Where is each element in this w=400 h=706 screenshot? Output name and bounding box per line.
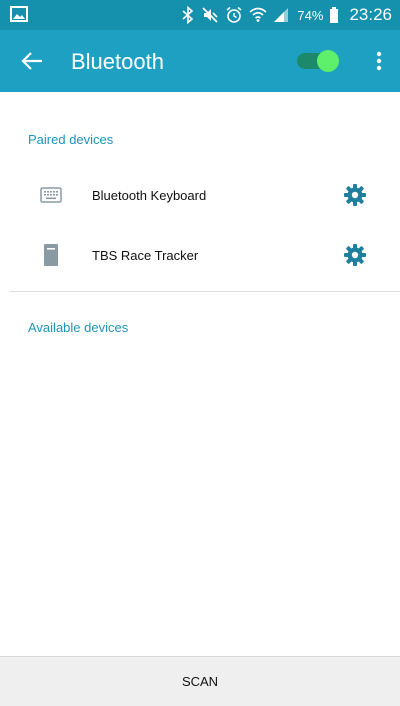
wifi-icon — [249, 6, 267, 24]
paired-devices-header: Paired devices — [28, 132, 114, 147]
scan-button[interactable]: SCAN — [142, 664, 258, 699]
bottom-bar: SCAN — [0, 656, 400, 706]
battery-icon — [329, 6, 339, 24]
more-vert-icon[interactable] — [370, 48, 388, 74]
device-icon — [44, 244, 58, 271]
gear-icon[interactable] — [343, 243, 367, 267]
device-row-keyboard[interactable]: Bluetooth Keyboard — [0, 164, 400, 226]
status-bar: 74% 23:26 — [0, 0, 400, 30]
toggle-thumb — [317, 50, 339, 72]
mute-icon — [201, 6, 219, 24]
battery-percent: 74% — [297, 7, 324, 23]
app-bar: Bluetooth — [0, 30, 400, 92]
keyboard-icon — [40, 187, 62, 208]
gallery-icon — [10, 6, 28, 22]
device-name: Bluetooth Keyboard — [92, 188, 207, 203]
bluetooth-icon — [181, 6, 195, 24]
status-icons: 74% 23:26 — [181, 0, 392, 30]
page-title: Bluetooth — [71, 49, 164, 74]
device-name: TBS Race Tracker — [92, 248, 199, 263]
signal-icon — [273, 7, 289, 23]
section-divider — [10, 291, 400, 292]
device-row-race-tracker[interactable]: TBS Race Tracker — [0, 224, 400, 286]
clock: 23:26 — [349, 5, 392, 24]
available-devices-header: Available devices — [28, 320, 129, 335]
alarm-icon — [225, 6, 243, 24]
back-arrow-icon[interactable] — [20, 48, 46, 74]
bluetooth-toggle[interactable] — [297, 50, 339, 72]
gear-icon[interactable] — [343, 183, 367, 207]
